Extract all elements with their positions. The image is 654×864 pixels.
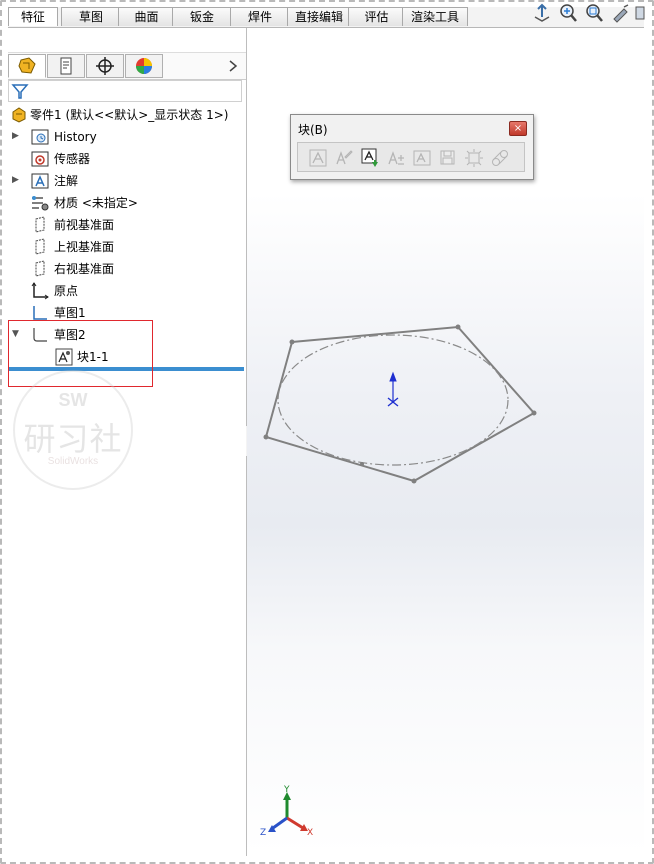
tab-direct-editing[interactable]: 直接编辑 [287,7,351,26]
feature-manager-icon [18,57,36,74]
material-icon [32,196,49,211]
sketch-origin-icon [387,371,399,407]
make-block-icon[interactable] [308,148,328,168]
part-icon [12,107,26,123]
rebuild-block-icon[interactable] [412,148,432,168]
tree-item-origin[interactable]: 原点 [54,281,78,301]
plane-icon [35,216,45,233]
axis-triad-icon: Y X Z [260,785,313,838]
tree-filter-bar[interactable] [8,80,242,102]
watermark-sw: SW [58,390,88,410]
block-toolbar[interactable]: 块(B) × [290,114,534,180]
tree-item-sensors[interactable]: 传感器 [54,149,90,169]
annotations-icon [31,173,49,189]
tree-item-top-plane[interactable]: 上视基准面 [54,237,114,257]
tab-feature-manager[interactable] [8,54,46,78]
triad-z-label: Z [260,828,266,838]
add-remove-icon[interactable] [386,148,406,168]
tab-render-tools[interactable]: 渲染工具 [402,7,468,26]
watermark-brand: SolidWorks [47,456,99,467]
plane-icon [35,260,45,277]
property-manager-icon [60,57,72,75]
triad-y-label: Y [283,785,290,795]
tab-sheet-metal[interactable]: 钣金 [172,7,232,26]
section-view-icon[interactable] [634,3,646,23]
triad-x-label: X [307,828,313,838]
sensor-icon [31,151,49,167]
explode-block-icon[interactable] [464,148,484,168]
plane-icon [35,238,45,255]
tab-evaluate[interactable]: 评估 [348,7,405,26]
close-button[interactable]: × [509,121,527,136]
tab-display-manager[interactable] [125,54,163,78]
tab-surfaces[interactable]: 曲面 [118,7,175,26]
sketch-pentagon [264,325,536,483]
insert-block-icon[interactable] [360,148,380,168]
origin-icon [31,282,49,300]
tree-item-annotations[interactable]: 注解 [54,171,78,191]
belt-chain-icon[interactable] [490,148,510,168]
zoom-to-area-icon[interactable] [584,3,604,23]
previous-view-icon[interactable] [610,3,630,23]
tree-item-front-plane[interactable]: 前视基准面 [54,215,114,235]
watermark-text: 研习社 [23,420,123,458]
block-toolbar-buttons [297,142,525,172]
tree-item-history[interactable]: History [54,127,97,147]
tab-features[interactable]: 特征 [8,7,58,26]
crosshair-icon [96,57,114,75]
tab-configuration-manager[interactable] [86,54,124,78]
history-folder-icon [31,129,49,145]
tab-property-manager[interactable] [47,54,85,78]
tree-item-material[interactable]: 材质 <未指定> [54,193,138,213]
appearance-sphere-icon [136,58,152,74]
watermark: SW 研习社 SolidWorks [13,370,133,490]
block-toolbar-title: 块(B) [298,123,328,137]
view-orientation-icon[interactable] [532,3,552,23]
edit-block-icon[interactable] [334,148,354,168]
tab-weldments[interactable]: 焊件 [230,7,290,26]
zoom-to-fit-icon[interactable] [558,3,578,23]
tree-root-part[interactable]: 零件1 (默认<<默认>_显示状态 1>) [30,105,228,125]
tab-sketch[interactable]: 草图 [61,7,121,26]
expand-arrow-icon[interactable]: ▶ [12,175,19,185]
expand-arrow-icon[interactable]: ▶ [12,131,19,141]
manager-tabs [8,52,246,80]
save-block-icon[interactable] [438,148,458,168]
chevron-right-icon[interactable] [228,59,238,73]
filter-icon[interactable] [11,82,29,100]
tree-item-right-plane[interactable]: 右视基准面 [54,259,114,279]
